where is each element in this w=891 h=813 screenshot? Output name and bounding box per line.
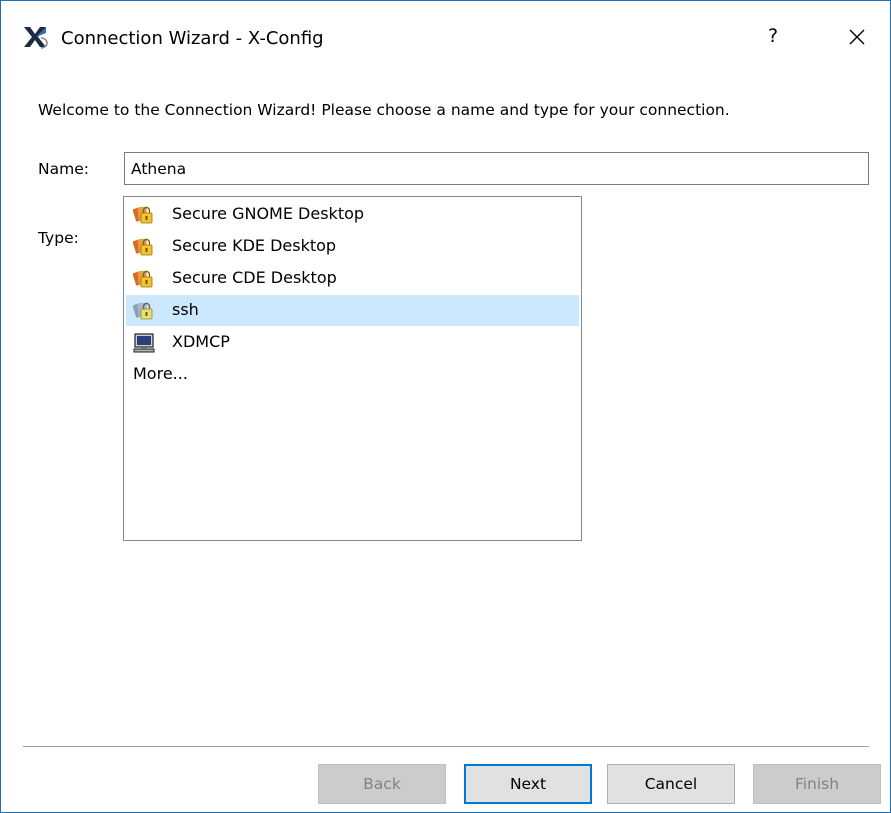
help-button[interactable]: ? [756,19,790,53]
name-input[interactable] [124,152,869,185]
name-label: Name: [38,160,89,178]
title-bar[interactable]: Connection Wizard - X-Config ? [1,1,890,79]
finish-button[interactable]: Finish [753,764,881,804]
list-item-xdmcp[interactable]: XDMCP [126,327,579,358]
footer-separator [23,746,869,747]
window-title: Connection Wizard - X-Config [61,28,324,49]
close-icon[interactable] [839,19,875,55]
secure-cards-icon [133,206,153,224]
list-item-secure-cde-desktop[interactable]: Secure CDE Desktop [126,263,579,294]
list-item-label: ssh [172,300,199,319]
next-button[interactable]: Next [464,764,592,804]
list-item-label: Secure GNOME Desktop [172,204,365,223]
list-item-secure-kde-desktop[interactable]: Secure KDE Desktop [126,231,579,262]
list-item-label: Secure KDE Desktop [172,236,337,255]
list-item-secure-gnome-desktop[interactable]: Secure GNOME Desktop [126,199,579,230]
connection-type-list[interactable]: Secure GNOME Desktop Secure KDE Desktop … [123,196,582,541]
welcome-message: Welcome to the Connection Wizard! Please… [38,101,730,119]
ssh-cards-icon [133,302,153,320]
monitor-icon [133,333,155,353]
list-item-label: Secure CDE Desktop [172,268,337,287]
list-item-more[interactable]: More... [126,359,579,390]
back-button[interactable]: Back [318,764,446,804]
list-item-ssh[interactable]: ssh [126,295,579,326]
connection-wizard-dialog: Connection Wizard - X-Config ? Welcome t… [0,0,891,813]
secure-cards-icon [133,270,153,288]
list-item-label: More... [133,364,188,383]
type-label: Type: [38,229,79,247]
list-item-label: XDMCP [172,332,230,351]
x-config-logo-icon [24,27,48,49]
secure-cards-icon [133,238,153,256]
cancel-button[interactable]: Cancel [607,764,735,804]
